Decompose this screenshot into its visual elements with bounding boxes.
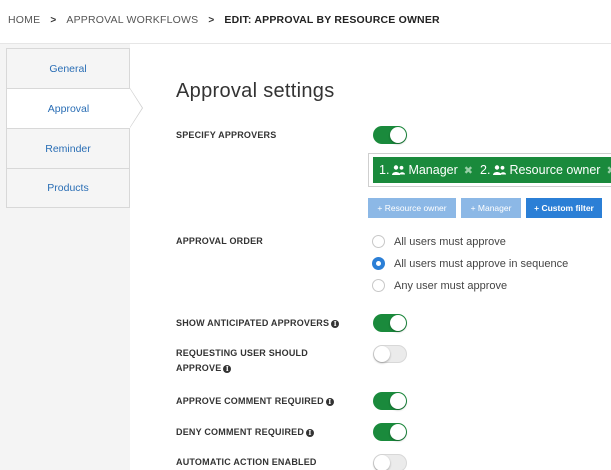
radio-button[interactable]	[372, 279, 385, 292]
radio-label: Any user must approve	[394, 279, 508, 292]
chip-order: 1.	[379, 163, 390, 177]
breadcrumb-separator-icon: >	[208, 14, 215, 26]
tab-approval[interactable]: Approval	[6, 88, 143, 128]
page-title: Approval settings	[176, 80, 335, 102]
tab-products[interactable]: Products	[6, 168, 130, 208]
info-icon[interactable]: i	[306, 429, 315, 437]
add-manager-button[interactable]: + Manager	[461, 198, 521, 218]
remove-icon[interactable]: ✖	[464, 164, 473, 177]
users-icon	[493, 165, 507, 175]
radio-all-users-must-approve[interactable]: All users must approve	[372, 235, 506, 248]
approver-chip-resource-owner[interactable]: 2. Resource owner ✖	[474, 157, 611, 183]
radio-button[interactable]	[372, 235, 385, 248]
automatic-action-enabled-toggle[interactable]	[373, 454, 407, 470]
specify-approvers-label: SPECIFY APPROVERS	[176, 130, 277, 140]
show-anticipated-approvers-toggle[interactable]	[373, 314, 407, 332]
approver-chip-manager[interactable]: 1. Manager ✖	[373, 157, 479, 183]
toggle-knob	[390, 424, 406, 440]
add-custom-filter-button[interactable]: + Custom filter	[526, 198, 602, 218]
tab-general[interactable]: General	[6, 48, 130, 88]
approval-order-label: APPROVAL ORDER	[176, 236, 263, 246]
radio-label: All users must approve in sequence	[394, 257, 569, 270]
remove-icon[interactable]: ✖	[606, 164, 611, 177]
approve-comment-required-toggle[interactable]	[373, 392, 407, 410]
chip-name: Resource owner	[509, 163, 601, 177]
settings-tabs: General Approval Reminder Products	[6, 48, 143, 208]
breadcrumb-home[interactable]: HOME	[8, 14, 40, 26]
top-bar: HOME > APPROVAL WORKFLOWS > EDIT: APPROV…	[0, 0, 611, 44]
users-icon	[392, 165, 406, 175]
breadcrumb-current: EDIT: APPROVAL BY RESOURCE OWNER	[224, 14, 440, 26]
info-icon[interactable]: i	[223, 365, 232, 373]
approve-comment-required-label: APPROVE COMMENT REQUIRED i	[176, 394, 334, 409]
toggle-knob	[390, 127, 406, 143]
radio-any-user-must-approve[interactable]: Any user must approve	[372, 279, 507, 292]
toggle-knob	[390, 315, 406, 331]
info-icon[interactable]: i	[331, 320, 340, 328]
radio-all-users-in-sequence[interactable]: All users must approve in sequence	[372, 257, 568, 270]
breadcrumb: HOME > APPROVAL WORKFLOWS > EDIT: APPROV…	[8, 14, 440, 26]
info-icon[interactable]: i	[325, 398, 334, 406]
requesting-user-should-approve-label: REQUESTING USER SHOULD APPROVE i	[176, 348, 308, 373]
radio-button[interactable]	[372, 257, 385, 270]
automatic-action-enabled-label: AUTOMATIC ACTION ENABLED	[176, 457, 317, 467]
radio-label: All users must approve	[394, 235, 506, 248]
deny-comment-required-label: DENY COMMENT REQUIRED i	[176, 425, 315, 440]
deny-comment-required-toggle[interactable]	[373, 423, 407, 441]
add-resource-owner-button[interactable]: + Resource owner	[368, 198, 456, 218]
toggle-knob	[390, 393, 406, 409]
breadcrumb-separator-icon: >	[50, 14, 57, 26]
specify-approvers-toggle[interactable]	[373, 126, 407, 144]
show-anticipated-approvers-label: SHOW ANTICIPATED APPROVERS i	[176, 316, 340, 331]
tab-reminder[interactable]: Reminder	[6, 128, 130, 168]
chip-name: Manager	[408, 163, 458, 177]
breadcrumb-approval-workflows[interactable]: APPROVAL WORKFLOWS	[66, 14, 198, 26]
toggle-knob	[374, 455, 390, 470]
toggle-knob	[374, 346, 390, 362]
approver-chip-list[interactable]: 1. Manager ✖ 2. Resource owner ✖	[368, 153, 611, 187]
requesting-user-should-approve-toggle[interactable]	[373, 345, 407, 363]
chip-order: 2.	[480, 163, 491, 177]
